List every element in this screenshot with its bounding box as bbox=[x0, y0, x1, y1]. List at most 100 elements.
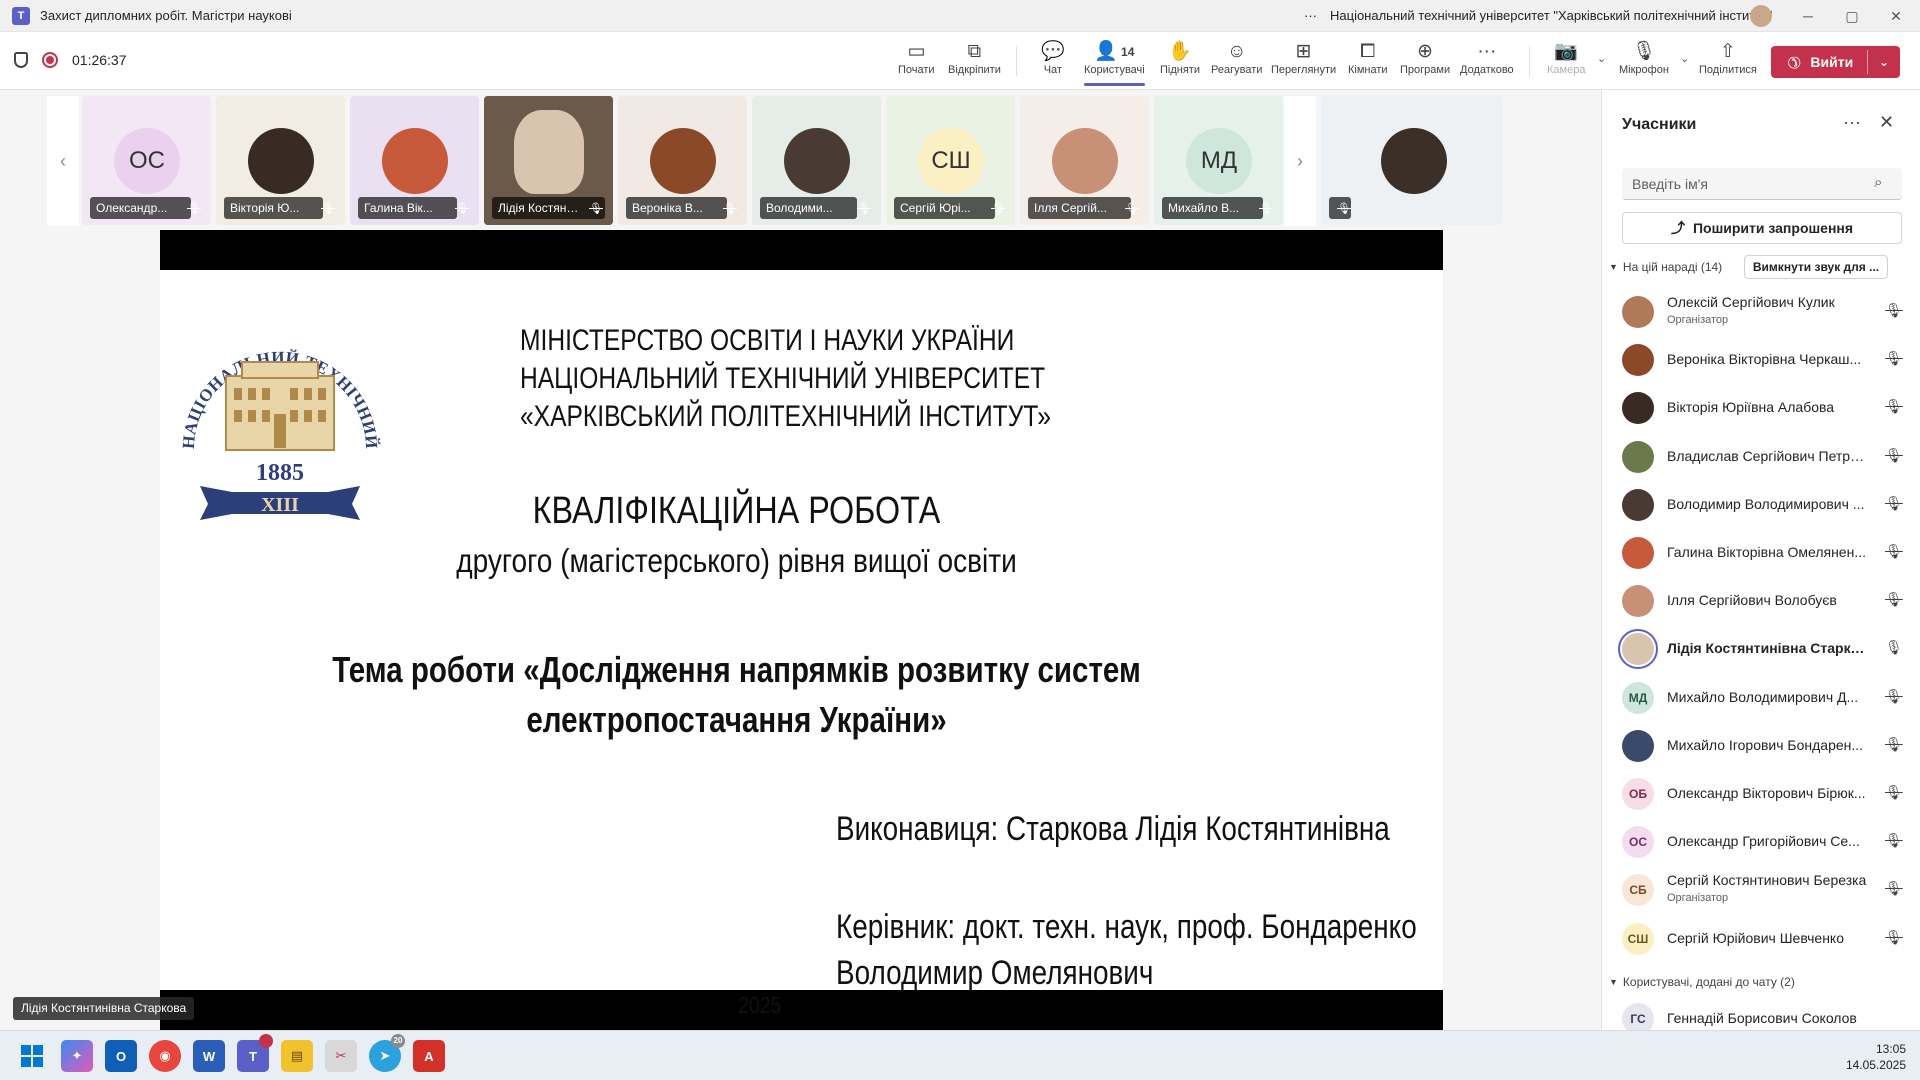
participant-name: Ілля Сергійович Волобуєв bbox=[1667, 592, 1837, 609]
rooms-button[interactable]: ⧠ Кімнати bbox=[1348, 40, 1388, 76]
participant-name: Олександр Вікторович Бірюк... bbox=[1667, 785, 1866, 801]
microphone-off-icon[interactable]: 🎙 bbox=[1885, 543, 1903, 560]
microphone-options-chevron-icon[interactable]: ⌄ bbox=[1680, 52, 1689, 65]
strip-next-chevron-icon[interactable]: › bbox=[1284, 96, 1316, 226]
video-tile[interactable]: Вероніка В... 🎙 bbox=[618, 96, 747, 225]
microphone-off-icon: 🎙 bbox=[1631, 41, 1657, 62]
participant-row[interactable]: Михайло Ігорович Бондарен... 🎙 bbox=[1602, 722, 1920, 770]
microphone-off-icon[interactable]: 🎙 bbox=[1885, 736, 1903, 753]
people-button[interactable]: 👤 14 Користувачі bbox=[1084, 40, 1145, 86]
microphone-off-icon[interactable]: 🎙 bbox=[1885, 832, 1903, 849]
video-tile[interactable]: Лідія Костянти... 🎙 bbox=[484, 96, 613, 225]
minimize-button[interactable]: ─ bbox=[1786, 0, 1830, 32]
participant-search-input[interactable] bbox=[1622, 168, 1902, 200]
participant-initials-avatar: СШ bbox=[918, 128, 984, 194]
chrome-icon[interactable]: ◉ bbox=[149, 1040, 181, 1072]
share-button[interactable]: ⇧ Поділитися bbox=[1699, 40, 1757, 76]
supervisor-line: Керівник: докт. техн. наук, проф. Бондар… bbox=[836, 908, 1417, 946]
microphone-off-icon[interactable]: 🎙 bbox=[1885, 929, 1903, 946]
outlook-icon[interactable]: O bbox=[105, 1040, 137, 1072]
mute-all-button[interactable]: Вимкнути звук для ... bbox=[1744, 255, 1888, 279]
chat-participant-row[interactable]: ГС Геннадій Борисович Соколов bbox=[1602, 995, 1920, 1030]
thesis-theme-line: Тема роботи «Дослідження напрямків розви… bbox=[332, 649, 1141, 690]
video-tile[interactable]: ОС Олександр... 🎙 bbox=[82, 96, 211, 225]
video-tile[interactable]: Ілля Сергій... 🎙 bbox=[1020, 96, 1149, 225]
participant-row[interactable]: ОБ Олександр Вікторович Бірюк... 🎙 bbox=[1602, 770, 1920, 818]
microphone-off-icon[interactable]: 🎙 bbox=[1885, 591, 1903, 608]
file-explorer-icon[interactable]: ▤ bbox=[281, 1040, 313, 1072]
more-button[interactable]: ··· Додатково bbox=[1460, 40, 1514, 76]
microphone-off-icon[interactable]: 🎙 bbox=[1885, 880, 1903, 897]
chat-button[interactable]: 💬 Чат bbox=[1041, 40, 1065, 76]
video-tile[interactable]: МД Михайло В... 🎙 bbox=[1154, 96, 1283, 225]
search-icon: ⌕ bbox=[1874, 174, 1883, 191]
participant-row[interactable]: Ілля Сергійович Волобуєв 🎙 bbox=[1602, 577, 1920, 625]
participant-row[interactable]: Лідія Костянтинівна Старкова 🎙 bbox=[1602, 625, 1920, 673]
camera-options-chevron-icon[interactable]: ⌄ bbox=[1597, 52, 1606, 65]
participant-row[interactable]: Вікторія Юріївна Алабова 🎙 bbox=[1602, 384, 1920, 432]
added-to-chat-section-header[interactable]: ▼ Користувачі, додані до чату (2) bbox=[1609, 975, 1795, 989]
video-tile-name: Вероніка В... bbox=[626, 197, 727, 219]
microphone-button[interactable]: 🎙 Мікрофон bbox=[1619, 40, 1669, 76]
video-tile[interactable]: Володими... 🎙 bbox=[752, 96, 881, 225]
telegram-icon[interactable]: ➤ 20 bbox=[369, 1034, 405, 1072]
view-button[interactable]: ⊞ Переглянути bbox=[1271, 40, 1336, 76]
strip-prev-chevron-icon[interactable]: ‹ bbox=[47, 96, 79, 226]
organization-name[interactable]: Національний технічний університет "Харк… bbox=[1330, 8, 1772, 23]
microphone-on-icon[interactable]: 🎙 bbox=[1885, 639, 1903, 656]
participant-row[interactable]: Владислав Сергійович Петре... 🎙 bbox=[1602, 433, 1920, 481]
video-tile[interactable]: СШ Сергій Юрі... 🎙 bbox=[886, 96, 1015, 225]
pdf-reader-icon[interactable]: A bbox=[413, 1040, 445, 1072]
share-invite-button[interactable]: ⤴ Поширити запрошення bbox=[1622, 212, 1902, 244]
panel-close-icon[interactable]: ✕ bbox=[1879, 112, 1894, 133]
raise-hand-button[interactable]: ✋ Підняти bbox=[1160, 40, 1200, 76]
panel-more-options-icon[interactable]: ··· bbox=[1843, 112, 1861, 133]
microphone-off-icon[interactable]: 🎙 bbox=[1885, 688, 1903, 705]
snipping-tool-icon[interactable]: ✂ bbox=[325, 1040, 357, 1072]
microphone-off-icon[interactable]: 🎙 bbox=[1885, 302, 1903, 319]
leave-button[interactable]: ✆ Вийти ⌄ bbox=[1771, 46, 1900, 78]
start-button[interactable]: ▭ Почати bbox=[898, 40, 935, 76]
meeting-toolbar: 01:26:37 ▭ Почати ⧉ Відкріпити 💬 Чат 👤 14… bbox=[0, 32, 1920, 90]
participant-row[interactable]: СБ Сергій Костянтинович Березка Організато… bbox=[1602, 866, 1920, 914]
microphone-off-icon[interactable]: 🎙 bbox=[1885, 495, 1903, 512]
participant-photo bbox=[514, 110, 584, 194]
rooms-label: Кімнати bbox=[1348, 64, 1388, 76]
profile-avatar[interactable] bbox=[1750, 5, 1772, 27]
video-tile-name: Олександр... bbox=[90, 197, 192, 219]
camera-button[interactable]: 📷 Камера bbox=[1547, 40, 1585, 76]
more-options-icon[interactable]: ··· bbox=[1304, 8, 1317, 23]
popout-button[interactable]: ⧉ Відкріпити bbox=[948, 40, 1001, 76]
windows-start-icon[interactable] bbox=[16, 1040, 48, 1072]
leave-options-chevron-icon[interactable]: ⌄ bbox=[1879, 55, 1889, 69]
participant-row[interactable]: СШ Сергій Юрійович Шевченко 🎙 bbox=[1602, 915, 1920, 963]
restore-button[interactable]: ▢ bbox=[1830, 0, 1874, 32]
video-tile[interactable]: Галина Вік... 🎙 bbox=[350, 96, 479, 225]
education-level: другого (магістерського) рівня вищої осв… bbox=[456, 542, 1017, 579]
participant-row[interactable]: Вероніка Вікторівна Черкаш... 🎙 bbox=[1602, 336, 1920, 384]
in-meeting-section-header[interactable]: ▼ На цій нараді (14) bbox=[1609, 260, 1722, 274]
system-clock[interactable]: 13:05 14.05.2025 bbox=[1846, 1041, 1906, 1073]
microphone-off-icon[interactable]: 🎙 bbox=[1885, 447, 1903, 464]
participant-name: Вікторія Юріївна Алабова bbox=[1667, 399, 1835, 416]
apps-button[interactable]: ⊕ Програми bbox=[1400, 40, 1450, 76]
participant-row[interactable]: Олексій Сергійович Кулик Організатор 🎙 bbox=[1602, 288, 1920, 336]
video-tile[interactable]: Вікторія Ю... 🎙 bbox=[216, 96, 345, 225]
close-window-button[interactable]: ✕ bbox=[1874, 0, 1918, 32]
word-icon[interactable]: W bbox=[193, 1040, 225, 1072]
video-tile[interactable]: 🎙 bbox=[1321, 96, 1503, 225]
react-button[interactable]: ☺ Реагувати bbox=[1211, 40, 1262, 76]
participant-photo bbox=[1622, 585, 1654, 618]
phone-hangup-icon: ✆ bbox=[1782, 50, 1805, 73]
participant-name: Сергій Юрійович Шевченко bbox=[1667, 929, 1845, 946]
participant-row[interactable]: ОС Олександр Григорійович Се... 🎙 bbox=[1602, 818, 1920, 866]
microphone-off-icon[interactable]: 🎙 bbox=[1885, 784, 1903, 801]
participant-row[interactable]: МД Михайло Володимирович Д... 🎙 bbox=[1602, 674, 1920, 722]
participant-row[interactable]: Володимир Володимирович ... 🎙 bbox=[1602, 481, 1920, 529]
microphone-off-icon[interactable]: 🎙 bbox=[1885, 398, 1903, 415]
participant-row[interactable]: Галина Вікторівна Омелянен... 🎙 bbox=[1602, 529, 1920, 577]
participant-initials-avatar: ГС bbox=[1622, 1002, 1654, 1030]
copilot-icon[interactable]: ✦ bbox=[61, 1040, 93, 1072]
teams-taskbar-icon[interactable]: T bbox=[237, 1034, 273, 1072]
microphone-off-icon[interactable]: 🎙 bbox=[1885, 350, 1903, 367]
